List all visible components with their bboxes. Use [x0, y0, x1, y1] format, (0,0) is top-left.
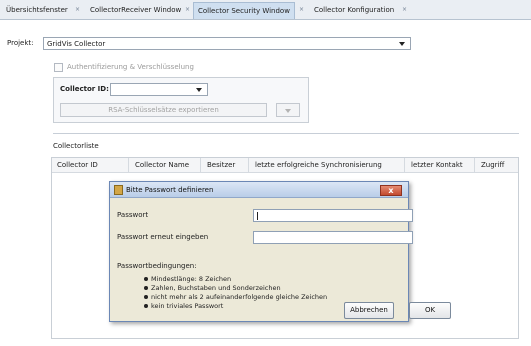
column-separator[interactable] [404, 158, 405, 173]
chevron-down-icon [285, 109, 291, 113]
password-dialog: Bitte Passwort definieren x Passwort Pas… [109, 181, 451, 322]
column-separator[interactable] [200, 158, 201, 173]
password-repeat-field[interactable] [253, 231, 413, 244]
dialog-title-bar[interactable]: Bitte Passwort definieren x [110, 182, 408, 198]
tab-close-icon[interactable]: × [299, 6, 305, 13]
condition-item: kein triviales Passwort [151, 302, 224, 310]
tab-collectorreceiver-window[interactable]: CollectorReceiver Window [86, 2, 185, 19]
tab-bar: Übersichtsfenster × CollectorReceiver Wi… [0, 0, 531, 20]
tab-collector-security-window[interactable]: Collector Security Window [193, 2, 295, 19]
text-caret [257, 212, 258, 220]
project-label: Projekt: [7, 39, 34, 47]
chevron-down-icon [399, 42, 405, 46]
column-separator[interactable] [474, 158, 475, 173]
bullet-icon [144, 304, 148, 308]
auth-checkbox-label: Authentifizierung & Verschlüsselung [67, 63, 194, 71]
rsa-export-dropdown[interactable] [276, 103, 300, 117]
column-separator[interactable] [128, 158, 129, 173]
column-separator[interactable] [248, 158, 249, 173]
cancel-button[interactable]: Abbrechen [344, 302, 394, 319]
tab-uebersichtsfenster[interactable]: Übersichtsfenster [2, 2, 72, 19]
ok-button[interactable]: OK [409, 302, 451, 319]
collector-table-header: Collector ID Collector Name Besitzer let… [52, 158, 518, 173]
password-repeat-label: Passwort erneut eingeben [117, 233, 209, 241]
bullet-icon [144, 295, 148, 299]
password-label: Passwort [117, 211, 149, 219]
project-select-value: GridVis Collector [47, 40, 106, 48]
collector-list-title: Collectorliste [53, 142, 99, 150]
collector-id-select[interactable] [110, 83, 208, 96]
column-collector-name[interactable]: Collector Name [135, 158, 189, 173]
chevron-down-icon [196, 88, 202, 92]
divider [53, 133, 519, 134]
column-letzter-kontakt[interactable]: letzter Kontakt [411, 158, 463, 173]
password-field[interactable] [253, 209, 413, 222]
lock-icon [114, 185, 123, 195]
tab-collector-konfiguration[interactable]: Collector Konfiguration [310, 2, 398, 19]
column-zugriff[interactable]: Zugriff [481, 158, 504, 173]
dialog-title: Bitte Passwort definieren [126, 186, 214, 194]
auth-checkbox[interactable] [54, 63, 63, 72]
tab-close-icon[interactable]: × [75, 6, 81, 13]
collector-id-label: Collector ID: [60, 85, 109, 93]
column-letzte-synchronisierung[interactable]: letzte erfolgreiche Synchronisierung [255, 158, 382, 173]
bullet-icon [144, 277, 148, 281]
project-select[interactable]: GridVis Collector [43, 37, 411, 50]
rsa-export-button[interactable]: RSA-Schlüsselsätze exportieren [60, 103, 267, 117]
close-icon[interactable]: x [380, 185, 402, 196]
tab-close-icon[interactable]: × [185, 6, 191, 13]
conditions-title: Passwortbedingungen: [117, 262, 197, 270]
tab-close-icon[interactable]: × [402, 6, 408, 13]
column-collector-id[interactable]: Collector ID [57, 158, 98, 173]
column-besitzer[interactable]: Besitzer [207, 158, 235, 173]
bullet-icon [144, 286, 148, 290]
